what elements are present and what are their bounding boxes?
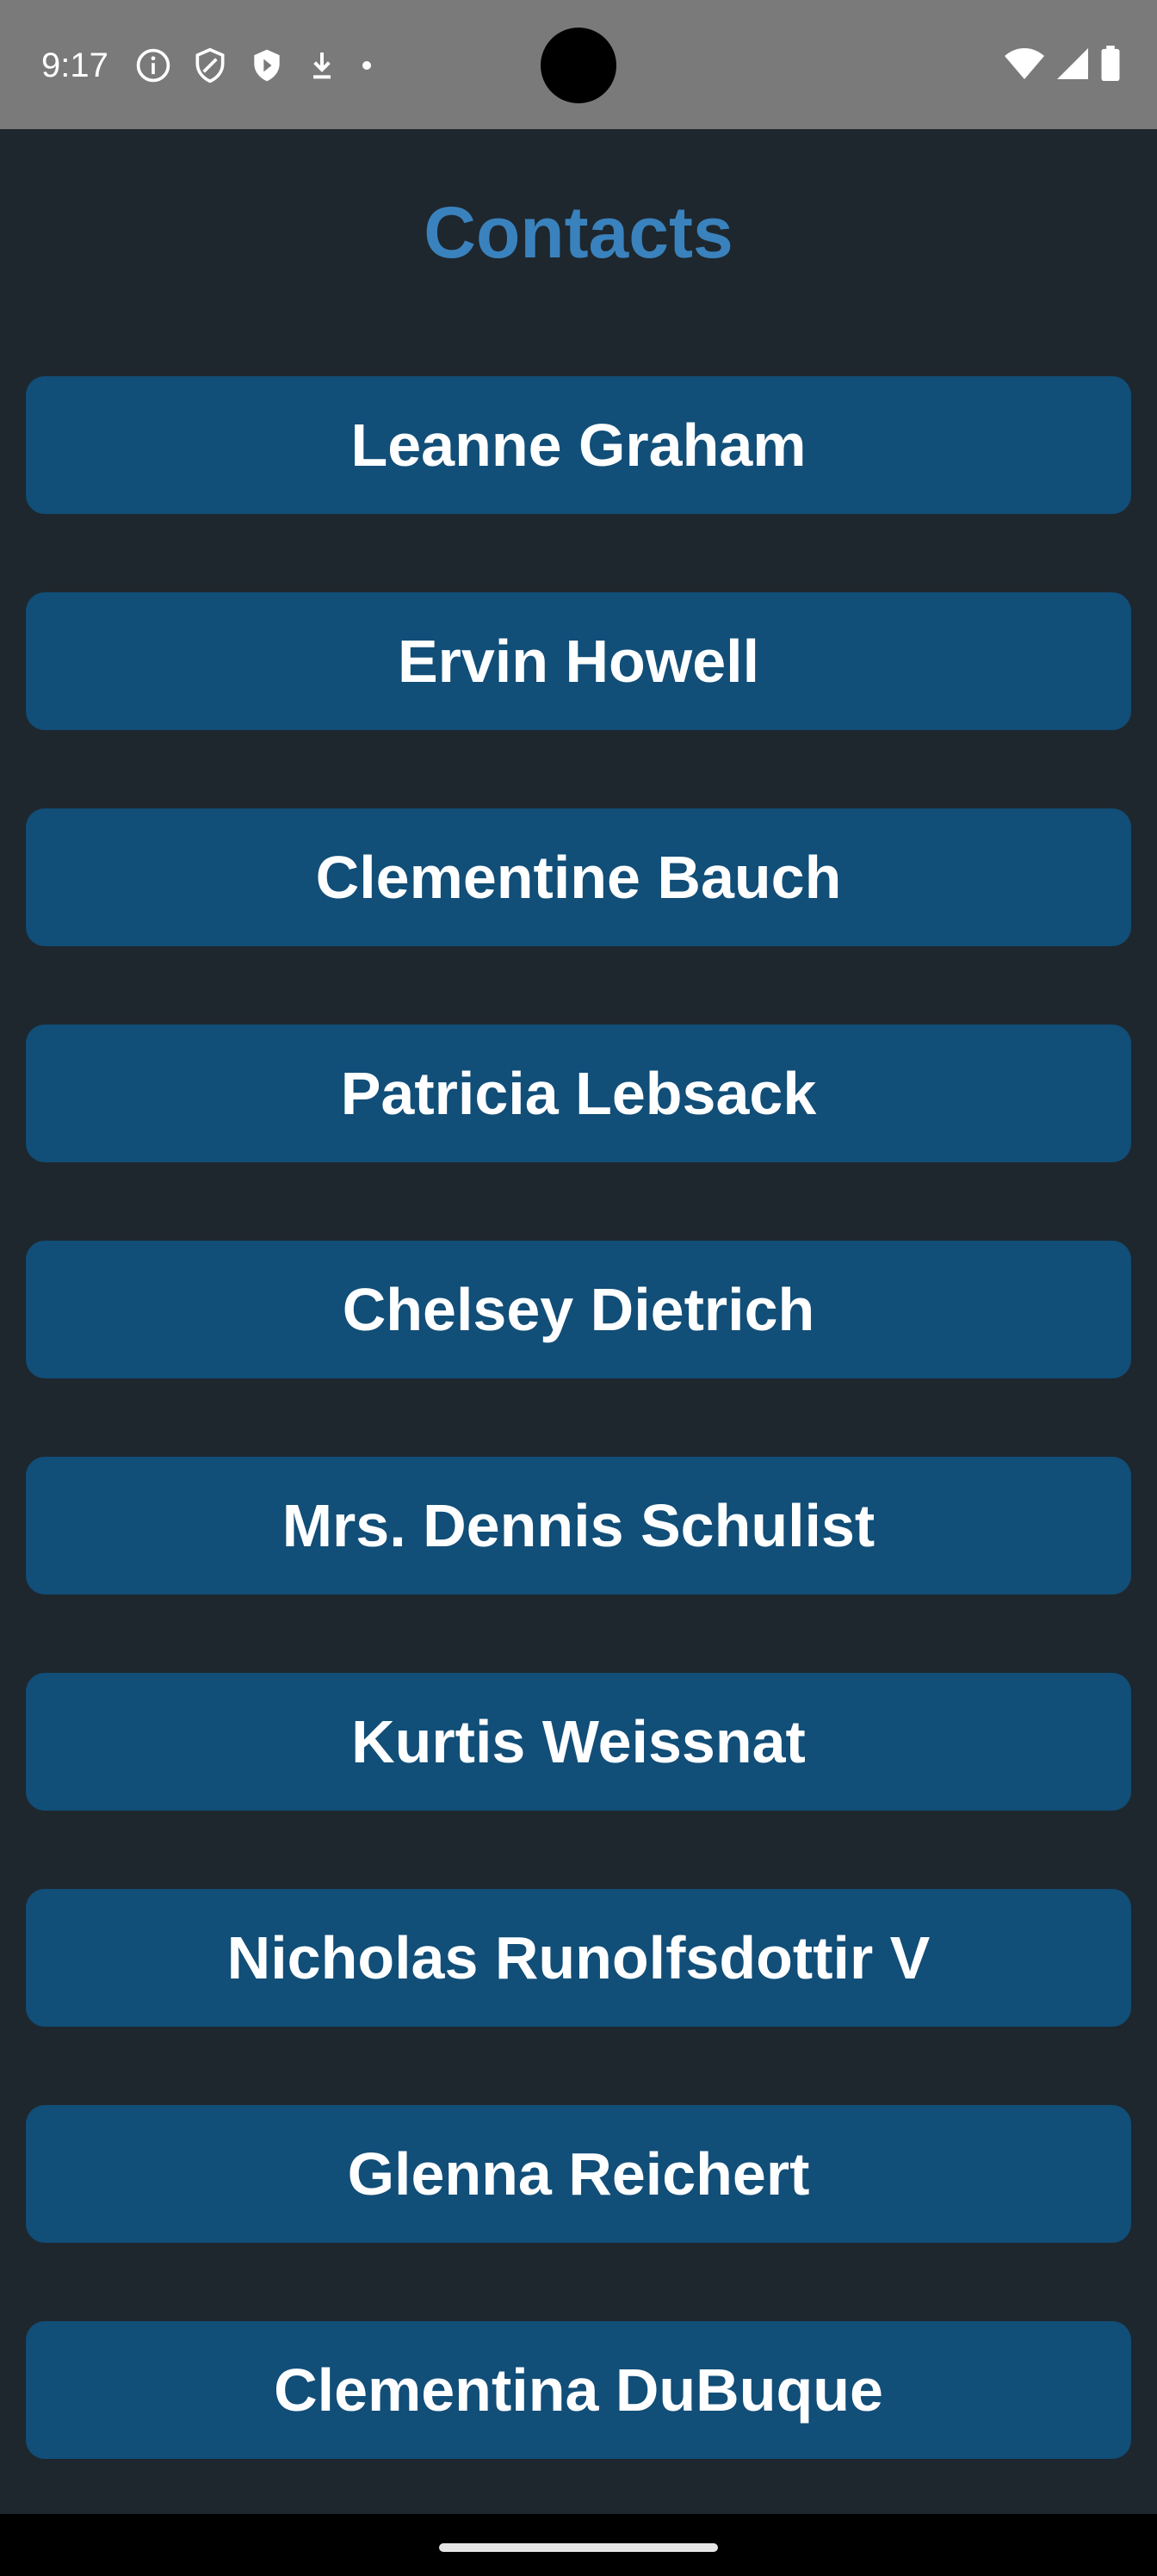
status-icons-right: [1004, 43, 1121, 84]
status-bar: 9:17: [0, 0, 1157, 129]
contact-list: Leanne Graham Ervin Howell Clementine Ba…: [26, 376, 1131, 2537]
shield-filled-icon: [248, 46, 286, 84]
contact-button[interactable]: Clementina DuBuque: [26, 2321, 1131, 2459]
info-icon: [134, 46, 172, 84]
contact-button[interactable]: Clementine Bauch: [26, 808, 1131, 946]
cellular-signal-icon: [1055, 46, 1090, 81]
contact-button[interactable]: Nicholas Runolfsdottir V: [26, 1889, 1131, 2027]
contact-button[interactable]: Chelsey Dietrich: [26, 1241, 1131, 1378]
home-indicator[interactable]: [439, 2543, 718, 2552]
contact-button[interactable]: Leanne Graham: [26, 376, 1131, 514]
contact-button[interactable]: Kurtis Weissnat: [26, 1673, 1131, 1811]
status-icons-left: [134, 45, 375, 86]
camera-cutout: [541, 28, 616, 103]
contact-button[interactable]: Patricia Lebsack: [26, 1025, 1131, 1162]
contact-button[interactable]: Ervin Howell: [26, 592, 1131, 730]
download-icon: [305, 48, 339, 83]
navigation-bar: [0, 2514, 1157, 2576]
page-title: Contacts: [424, 192, 733, 273]
wifi-icon: [1004, 46, 1045, 81]
dot-icon: [358, 57, 375, 74]
shield-outline-icon: [191, 46, 229, 84]
status-time: 9:17: [41, 46, 108, 84]
contacts-screen: Contacts Leanne Graham Ervin Howell Clem…: [0, 129, 1157, 2514]
contact-button[interactable]: Mrs. Dennis Schulist: [26, 1457, 1131, 1595]
battery-icon: [1100, 46, 1121, 82]
contact-button[interactable]: Glenna Reichert: [26, 2105, 1131, 2243]
